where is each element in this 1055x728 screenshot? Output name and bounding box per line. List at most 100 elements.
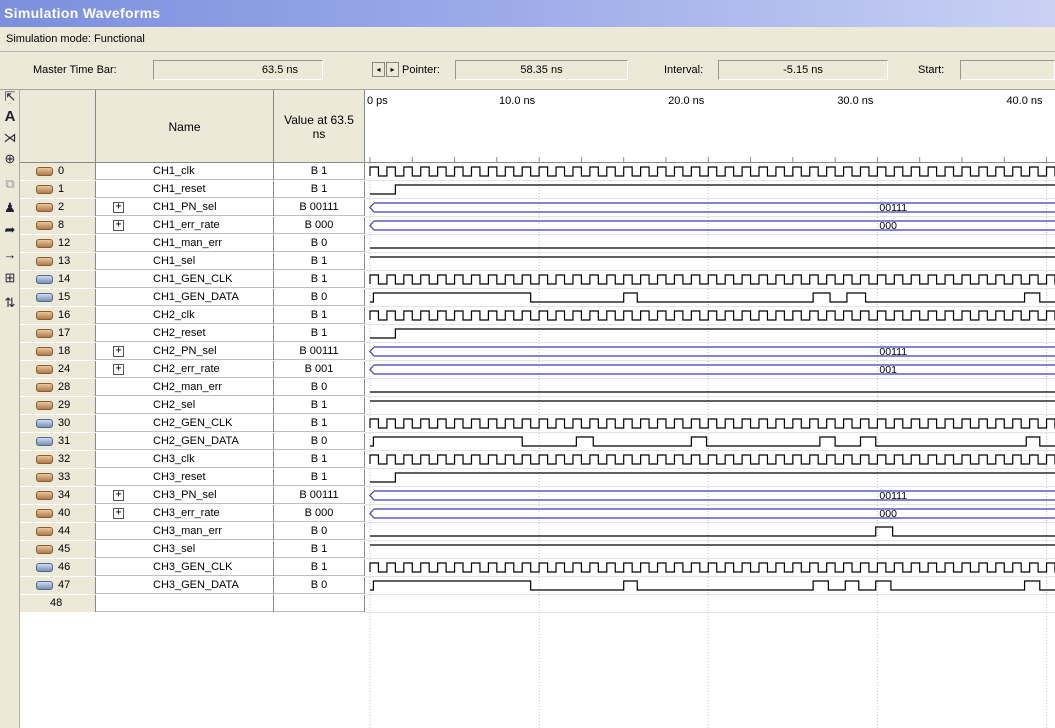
signal-index-cell[interactable]: 47 <box>20 577 96 594</box>
signal-index-cell[interactable]: 45 <box>20 541 96 558</box>
signal-row[interactable]: 15 CH1_GEN_DATA B 0 <box>20 289 365 306</box>
signal-name-cell[interactable]: + CH1_PN_sel <box>96 199 274 216</box>
signal-name-cell[interactable]: CH3_clk <box>96 451 274 468</box>
signal-value: B 1 <box>274 163 365 180</box>
signal-name-cell[interactable]: CH2_GEN_DATA <box>96 433 274 450</box>
signal-row[interactable]: 2 + CH1_PN_sel B 00111 <box>20 199 365 216</box>
signal-index-cell[interactable]: 31 <box>20 433 96 450</box>
signal-index-cell[interactable]: 15 <box>20 289 96 306</box>
sort-icon[interactable]: ⇅ <box>2 293 18 313</box>
signal-name-cell[interactable]: CH2_sel <box>96 397 274 414</box>
expand-group-icon[interactable]: + <box>113 364 124 375</box>
signal-row[interactable]: 17 CH2_reset B 1 <box>20 325 365 342</box>
signal-name-cell[interactable]: CH2_clk <box>96 307 274 324</box>
signal-name-cell[interactable]: CH1_sel <box>96 253 274 270</box>
selection-tool-icon[interactable]: ⇱ <box>2 87 18 107</box>
arrow-right-icon[interactable]: → <box>2 245 18 265</box>
signal-row[interactable]: 8 + CH1_err_rate B 000 <box>20 217 365 234</box>
signal-row[interactable]: 45 CH3_sel B 1 <box>20 541 365 558</box>
signal-row[interactable]: 31 CH2_GEN_DATA B 0 <box>20 433 365 450</box>
signal-row[interactable]: 46 CH3_GEN_CLK B 1 <box>20 559 365 576</box>
expand-group-icon[interactable]: + <box>113 508 124 519</box>
signal-index-cell[interactable]: 13 <box>20 253 96 270</box>
signal-index-cell[interactable]: 8 <box>20 217 96 234</box>
expand-group-icon[interactable]: + <box>113 346 124 357</box>
signal-index-cell[interactable]: 14 <box>20 271 96 288</box>
signal-row[interactable]: 0 CH1_clk B 1 <box>20 163 365 180</box>
signal-index-cell[interactable]: 40 <box>20 505 96 522</box>
signal-row[interactable]: 18 + CH2_PN_sel B 00111 <box>20 343 365 360</box>
signal-name-cell[interactable]: CH1_GEN_CLK <box>96 271 274 288</box>
signal-index-cell[interactable]: 12 <box>20 235 96 252</box>
input-pin-icon <box>36 167 53 176</box>
expand-group-icon[interactable]: + <box>113 220 124 231</box>
group-icon[interactable]: ⊞ <box>2 268 18 288</box>
signal-row[interactable]: 44 CH3_man_err B 0 <box>20 523 365 540</box>
signal-name-cell[interactable]: CH2_GEN_CLK <box>96 415 274 432</box>
waveform-edit-icon[interactable]: ⋊ <box>2 128 18 148</box>
signal-row[interactable]: 33 CH3_reset B 1 <box>20 469 365 486</box>
signal-index-cell[interactable]: 34 <box>20 487 96 504</box>
signal-name-cell[interactable]: + CH2_err_rate <box>96 361 274 378</box>
find-icon[interactable]: ♟ <box>2 198 18 218</box>
next-transition-icon[interactable]: ▸ <box>386 62 399 77</box>
expand-group-icon[interactable]: + <box>113 202 124 213</box>
signal-index-cell[interactable]: 48 <box>20 595 96 612</box>
signal-name-cell[interactable]: CH3_sel <box>96 541 274 558</box>
signal-row[interactable]: 40 + CH3_err_rate B 000 <box>20 505 365 522</box>
signal-name-cell[interactable]: + CH1_err_rate <box>96 217 274 234</box>
signal-name-cell[interactable] <box>96 595 274 612</box>
signal-index-cell[interactable]: 46 <box>20 559 96 576</box>
start-field[interactable] <box>960 60 1055 80</box>
prev-transition-icon[interactable]: ◂ <box>372 62 385 77</box>
find-next-icon[interactable]: ➦ <box>2 220 18 240</box>
signal-index-cell[interactable]: 30 <box>20 415 96 432</box>
signal-name-cell[interactable]: CH2_man_err <box>96 379 274 396</box>
signal-index-cell[interactable]: 32 <box>20 451 96 468</box>
signal-row[interactable]: 30 CH2_GEN_CLK B 1 <box>20 415 365 432</box>
signal-row[interactable]: 48 <box>20 595 365 612</box>
signal-index-cell[interactable]: 28 <box>20 379 96 396</box>
signal-row[interactable]: 13 CH1_sel B 1 <box>20 253 365 270</box>
signal-row[interactable]: 28 CH2_man_err B 0 <box>20 379 365 396</box>
signal-index: 33 <box>58 471 71 483</box>
signal-name-cell[interactable]: CH3_reset <box>96 469 274 486</box>
signal-row[interactable]: 47 CH3_GEN_DATA B 0 <box>20 577 365 594</box>
signal-index-cell[interactable]: 16 <box>20 307 96 324</box>
copy-icon[interactable]: ⧉ <box>2 174 18 194</box>
waveform-display[interactable]: 0 ps 10.0 ns 20.0 ns 30.0 ns 40.0 ns 00111 000… <box>365 90 1055 728</box>
text-tool-icon[interactable]: A <box>2 107 18 127</box>
signal-name-cell[interactable]: CH3_GEN_CLK <box>96 559 274 576</box>
zoom-icon[interactable]: ⊕ <box>2 149 18 169</box>
signal-row[interactable]: 34 + CH3_PN_sel B 00111 <box>20 487 365 504</box>
signal-name-cell[interactable]: CH1_reset <box>96 181 274 198</box>
signal-index-cell[interactable]: 17 <box>20 325 96 342</box>
signal-index-cell[interactable]: 1 <box>20 181 96 198</box>
signal-row[interactable]: 29 CH2_sel B 1 <box>20 397 365 414</box>
signal-row[interactable]: 24 + CH2_err_rate B 001 <box>20 361 365 378</box>
signal-index-cell[interactable]: 18 <box>20 343 96 360</box>
signal-name-cell[interactable]: CH3_man_err <box>96 523 274 540</box>
signal-row[interactable]: 16 CH2_clk B 1 <box>20 307 365 324</box>
signal-row[interactable]: 14 CH1_GEN_CLK B 1 <box>20 271 365 288</box>
signal-row[interactable]: 32 CH3_clk B 1 <box>20 451 365 468</box>
signal-index-cell[interactable]: 24 <box>20 361 96 378</box>
signal-value: B 1 <box>274 541 365 558</box>
signal-index-cell[interactable]: 0 <box>20 163 96 180</box>
signal-name-cell[interactable]: + CH3_err_rate <box>96 505 274 522</box>
signal-name-cell[interactable]: CH1_man_err <box>96 235 274 252</box>
signal-row[interactable]: 12 CH1_man_err B 0 <box>20 235 365 252</box>
signal-name-cell[interactable]: + CH3_PN_sel <box>96 487 274 504</box>
expand-group-icon[interactable]: + <box>113 490 124 501</box>
signal-name-cell[interactable]: CH2_reset <box>96 325 274 342</box>
master-time-bar-field[interactable]: 63.5 ns <box>153 60 323 80</box>
signal-name-cell[interactable]: CH3_GEN_DATA <box>96 577 274 594</box>
signal-name-cell[interactable]: CH1_clk <box>96 163 274 180</box>
signal-index-cell[interactable]: 33 <box>20 469 96 486</box>
signal-name-cell[interactable]: + CH2_PN_sel <box>96 343 274 360</box>
signal-index-cell[interactable]: 29 <box>20 397 96 414</box>
signal-index-cell[interactable]: 44 <box>20 523 96 540</box>
signal-row[interactable]: 1 CH1_reset B 1 <box>20 181 365 198</box>
signal-index-cell[interactable]: 2 <box>20 199 96 216</box>
signal-name-cell[interactable]: CH1_GEN_DATA <box>96 289 274 306</box>
